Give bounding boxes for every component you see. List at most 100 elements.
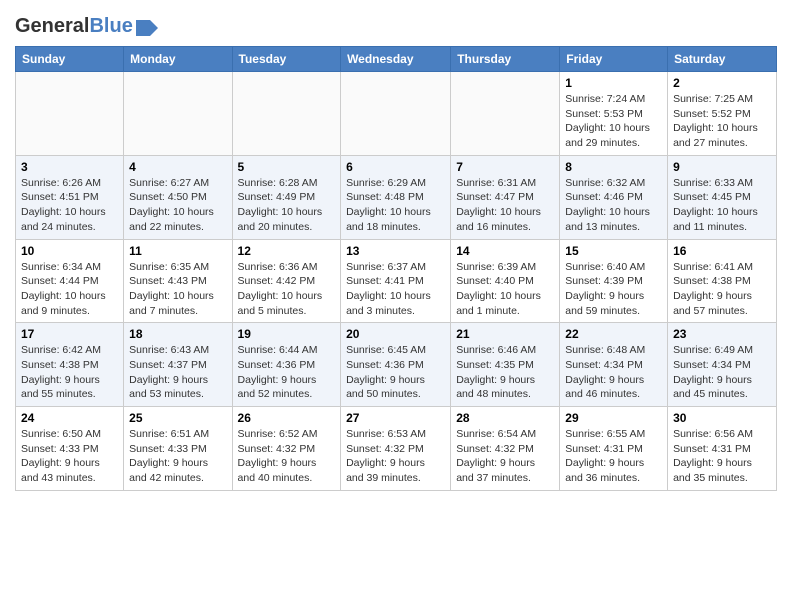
calendar-cell: 24 Sunrise: 6:50 AM Sunset: 4:33 PM Dayli… [16,407,124,491]
day-number: 23 [673,327,771,341]
day-number: 22 [565,327,662,341]
day-number: 4 [129,160,226,174]
day-number: 1 [565,76,662,90]
day-info: Sunrise: 6:36 AM Sunset: 4:42 PM Dayligh… [238,260,336,319]
logo: GeneralBlue [15,15,158,38]
calendar-table: SundayMondayTuesdayWednesdayThursdayFrid… [15,46,777,491]
day-info: Sunrise: 6:54 AM Sunset: 4:32 PM Dayligh… [456,427,554,486]
calendar-cell: 19Sunrise: 6:44 AM Sunset: 4:36 PM Dayli… [232,323,341,407]
day-info: Sunrise: 7:24 AM Sunset: 5:53 PM Dayligh… [565,92,662,151]
day-number: 18 [129,327,226,341]
day-number: 27 [346,411,445,425]
day-info: Sunrise: 7:25 AM Sunset: 5:52 PM Dayligh… [673,92,771,151]
day-number: 8 [565,160,662,174]
day-of-week-header: Sunday [16,47,124,72]
day-number: 5 [238,160,336,174]
calendar-cell: 12 Sunrise: 6:36 AM Sunset: 4:42 PM Dayli… [232,239,341,323]
day-number: 26 [238,411,336,425]
calendar-cell: 29 Sunrise: 6:55 AM Sunset: 4:31 PM Dayli… [560,407,668,491]
day-info: Sunrise: 6:37 AM Sunset: 4:41 PM Dayligh… [346,260,445,319]
day-number: 19 [238,327,336,341]
day-info: Sunrise: 6:28 AM Sunset: 4:49 PM Dayligh… [238,176,336,235]
calendar-cell: 1 Sunrise: 7:24 AM Sunset: 5:53 PM Daylig… [560,72,668,156]
calendar-cell [16,72,124,156]
day-of-week-header: Monday [124,47,232,72]
day-number: 16 [673,244,771,258]
day-info: Sunrise: 6:55 AM Sunset: 4:31 PM Dayligh… [565,427,662,486]
day-info: Sunrise: 6:40 AM Sunset: 4:39 PM Dayligh… [565,260,662,319]
day-number: 29 [565,411,662,425]
day-number: 30 [673,411,771,425]
calendar-cell: 5 Sunrise: 6:28 AM Sunset: 4:49 PM Daylig… [232,155,341,239]
day-info: Sunrise: 6:27 AM Sunset: 4:50 PM Dayligh… [129,176,226,235]
day-number: 24 [21,411,118,425]
calendar-cell: 20 Sunrise: 6:45 AM Sunset: 4:36 PM Dayli… [341,323,451,407]
day-info: Sunrise: 6:50 AM Sunset: 4:33 PM Dayligh… [21,427,118,486]
day-number: 6 [346,160,445,174]
logo-arrow-icon [136,20,158,36]
day-number: 13 [346,244,445,258]
day-of-week-header: Thursday [451,47,560,72]
day-info: Sunrise: 6:35 AM Sunset: 4:43 PM Dayligh… [129,260,226,319]
calendar-header-row: SundayMondayTuesdayWednesdayThursdayFrid… [16,47,777,72]
day-number: 7 [456,160,554,174]
calendar-cell: 27 Sunrise: 6:53 AM Sunset: 4:32 PM Dayli… [341,407,451,491]
calendar-cell: 9 Sunrise: 6:33 AM Sunset: 4:45 PM Daylig… [668,155,777,239]
day-number: 15 [565,244,662,258]
calendar-cell: 26Sunrise: 6:52 AM Sunset: 4:32 PM Dayli… [232,407,341,491]
day-info: Sunrise: 6:56 AM Sunset: 4:31 PM Dayligh… [673,427,771,486]
day-info: Sunrise: 6:34 AM Sunset: 4:44 PM Dayligh… [21,260,118,319]
day-of-week-header: Friday [560,47,668,72]
day-info: Sunrise: 6:48 AM Sunset: 4:34 PM Dayligh… [565,343,662,402]
day-of-week-header: Wednesday [341,47,451,72]
calendar-cell: 23 Sunrise: 6:49 AM Sunset: 4:34 PM Dayli… [668,323,777,407]
calendar-cell: 18 Sunrise: 6:43 AM Sunset: 4:37 PM Dayli… [124,323,232,407]
calendar-week-row: 10 Sunrise: 6:34 AM Sunset: 4:44 PM Dayli… [16,239,777,323]
logo-general: General [15,15,89,37]
day-info: Sunrise: 6:53 AM Sunset: 4:32 PM Dayligh… [346,427,445,486]
calendar-cell [341,72,451,156]
calendar-cell: 14Sunrise: 6:39 AM Sunset: 4:40 PM Dayli… [451,239,560,323]
day-number: 11 [129,244,226,258]
day-number: 17 [21,327,118,341]
day-info: Sunrise: 6:41 AM Sunset: 4:38 PM Dayligh… [673,260,771,319]
calendar-cell: 13 Sunrise: 6:37 AM Sunset: 4:41 PM Dayli… [341,239,451,323]
calendar-cell: 7Sunrise: 6:31 AM Sunset: 4:47 PM Daylig… [451,155,560,239]
calendar-cell [124,72,232,156]
calendar-cell: 10 Sunrise: 6:34 AM Sunset: 4:44 PM Dayli… [16,239,124,323]
day-info: Sunrise: 6:43 AM Sunset: 4:37 PM Dayligh… [129,343,226,402]
day-info: Sunrise: 6:33 AM Sunset: 4:45 PM Dayligh… [673,176,771,235]
calendar-cell: 28Sunrise: 6:54 AM Sunset: 4:32 PM Dayli… [451,407,560,491]
calendar-week-row: 1 Sunrise: 7:24 AM Sunset: 5:53 PM Daylig… [16,72,777,156]
day-info: Sunrise: 6:32 AM Sunset: 4:46 PM Dayligh… [565,176,662,235]
day-number: 20 [346,327,445,341]
calendar-week-row: 17 Sunrise: 6:42 AM Sunset: 4:38 PM Dayli… [16,323,777,407]
day-number: 12 [238,244,336,258]
day-info: Sunrise: 6:49 AM Sunset: 4:34 PM Dayligh… [673,343,771,402]
calendar-cell: 30 Sunrise: 6:56 AM Sunset: 4:31 PM Dayli… [668,407,777,491]
page-header: GeneralBlue [15,10,777,38]
day-info: Sunrise: 6:26 AM Sunset: 4:51 PM Dayligh… [21,176,118,235]
logo-blue: Blue [89,15,132,37]
calendar-cell: 22 Sunrise: 6:48 AM Sunset: 4:34 PM Dayli… [560,323,668,407]
day-of-week-header: Tuesday [232,47,341,72]
day-info: Sunrise: 6:51 AM Sunset: 4:33 PM Dayligh… [129,427,226,486]
calendar-cell [232,72,341,156]
day-number: 2 [673,76,771,90]
calendar-cell: 17 Sunrise: 6:42 AM Sunset: 4:38 PM Dayli… [16,323,124,407]
logo-text: GeneralBlue [15,15,133,38]
calendar-cell: 4 Sunrise: 6:27 AM Sunset: 4:50 PM Daylig… [124,155,232,239]
day-info: Sunrise: 6:45 AM Sunset: 4:36 PM Dayligh… [346,343,445,402]
day-number: 10 [21,244,118,258]
day-info: Sunrise: 6:29 AM Sunset: 4:48 PM Dayligh… [346,176,445,235]
calendar-cell: 6 Sunrise: 6:29 AM Sunset: 4:48 PM Daylig… [341,155,451,239]
day-number: 21 [456,327,554,341]
calendar-cell: 15 Sunrise: 6:40 AM Sunset: 4:39 PM Dayli… [560,239,668,323]
day-info: Sunrise: 6:42 AM Sunset: 4:38 PM Dayligh… [21,343,118,402]
day-info: Sunrise: 6:46 AM Sunset: 4:35 PM Dayligh… [456,343,554,402]
calendar-cell: 16 Sunrise: 6:41 AM Sunset: 4:38 PM Dayli… [668,239,777,323]
day-of-week-header: Saturday [668,47,777,72]
day-number: 9 [673,160,771,174]
calendar-cell [451,72,560,156]
calendar-cell: 3Sunrise: 6:26 AM Sunset: 4:51 PM Daylig… [16,155,124,239]
